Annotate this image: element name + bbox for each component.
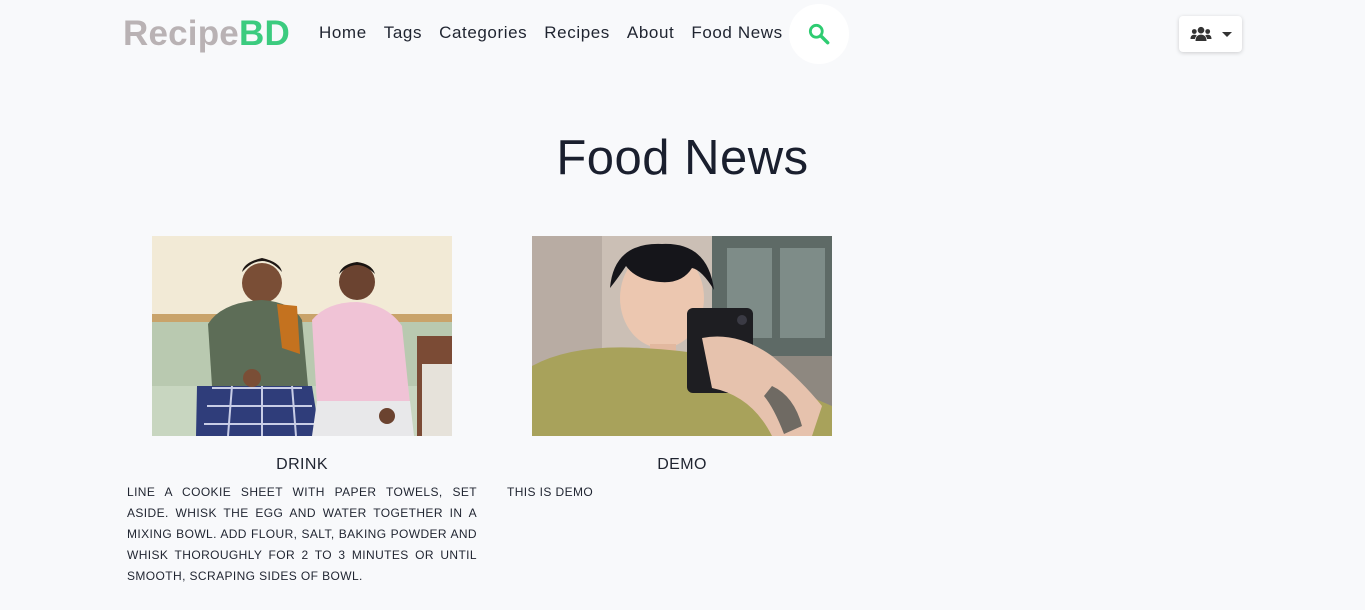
navbar: RecipeBD Home Tags Categories Recipes Ab… xyxy=(0,0,1365,66)
news-description: THIS IS DEMO xyxy=(507,485,594,499)
nav-link-about[interactable]: About xyxy=(627,22,674,44)
news-description: LINE A COOKIE SHEET WITH PAPER TOWELS, S… xyxy=(127,485,477,583)
search-icon xyxy=(808,23,830,45)
news-image[interactable] xyxy=(532,236,832,436)
news-title[interactable]: DRINK xyxy=(127,455,477,475)
nav-link-recipes[interactable]: Recipes xyxy=(544,22,610,44)
news-card[interactable]: DEMO THIS IS DEMO xyxy=(507,236,857,503)
news-title[interactable]: DEMO xyxy=(507,455,857,475)
nav-link-home[interactable]: Home xyxy=(319,22,367,44)
nav-link-categories[interactable]: Categories xyxy=(439,22,527,44)
page-title: Food News xyxy=(556,131,809,185)
nav-link-food-news[interactable]: Food News xyxy=(691,22,782,44)
chevron-down-icon xyxy=(1221,32,1232,37)
news-card[interactable]: DRINK LINE A COOKIE SHEET WITH PAPER TOW… xyxy=(127,236,477,587)
brand-part-1: Recipe xyxy=(123,14,239,53)
users-icon xyxy=(1190,26,1211,41)
user-menu-button[interactable] xyxy=(1179,16,1242,52)
nav-link-tags[interactable]: Tags xyxy=(384,22,422,44)
search-button[interactable] xyxy=(789,4,849,64)
news-image[interactable] xyxy=(152,236,452,436)
brand-logo[interactable]: RecipeBD xyxy=(123,14,290,54)
brand-part-2: BD xyxy=(238,14,290,53)
nav-links: Home Tags Categories Recipes About Food … xyxy=(319,22,800,44)
